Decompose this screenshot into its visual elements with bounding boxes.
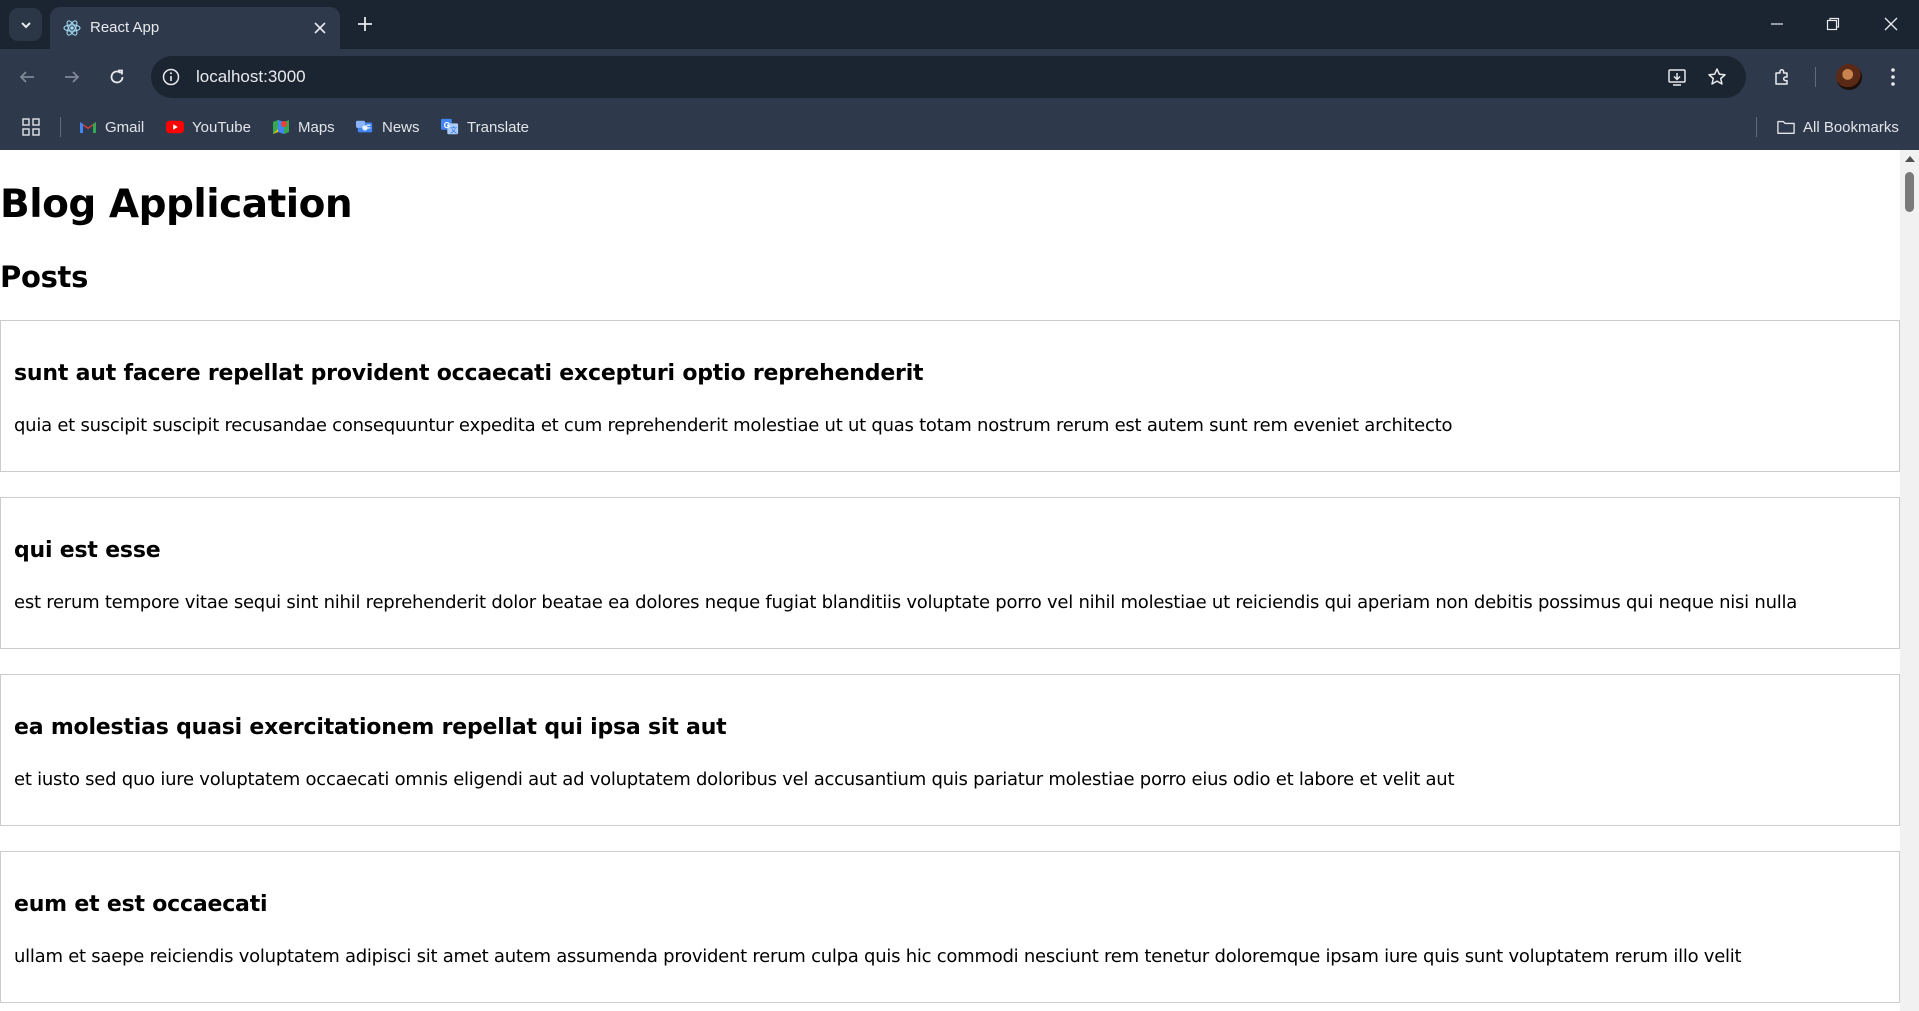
star-icon — [1708, 68, 1726, 85]
post-card: qui est esse est rerum tempore vitae seq… — [0, 497, 1900, 649]
arrow-left-icon — [19, 71, 34, 83]
post-card: eum et est occaecati ullam et saepe reic… — [0, 851, 1900, 1003]
restore-button[interactable] — [1818, 10, 1848, 38]
forward-button[interactable] — [56, 61, 88, 93]
restore-icon — [1826, 17, 1840, 31]
page-scrollbar[interactable] — [1900, 150, 1919, 1011]
site-info-button[interactable] — [161, 67, 181, 87]
browser-chrome: React App localhost:3000 Gmail YouTube M… — [0, 0, 1919, 150]
more-vertical-icon — [1891, 68, 1895, 86]
svg-text:文: 文 — [450, 125, 457, 134]
bookmark-label: YouTube — [192, 118, 251, 136]
bookmark-youtube[interactable]: YouTube — [166, 114, 251, 140]
post-card: sunt aut facere repellat provident occae… — [0, 320, 1900, 472]
window-close-button[interactable] — [1876, 10, 1906, 38]
active-tab[interactable]: React App — [50, 7, 340, 49]
tab-close-button[interactable] — [310, 18, 330, 38]
post-card: ea molestias quasi exercitationem repell… — [0, 674, 1900, 826]
news-icon — [356, 118, 374, 136]
bookmark-news[interactable]: News — [356, 114, 420, 140]
all-bookmarks-label: All Bookmarks — [1803, 118, 1899, 136]
post-body: est rerum tempore vitae sequi sint nihil… — [14, 592, 1798, 613]
posts-list: sunt aut facere repellat provident occae… — [0, 320, 1900, 1011]
bookmark-label: Gmail — [105, 118, 145, 136]
apps-button[interactable] — [22, 114, 40, 140]
post-title: qui est esse — [14, 538, 161, 563]
reload-button[interactable] — [101, 61, 133, 93]
bookmark-maps[interactable]: Maps — [272, 114, 335, 140]
scroll-thumb[interactable] — [1905, 172, 1914, 212]
profile-avatar[interactable] — [1836, 64, 1862, 90]
bookmark-label: News — [382, 118, 420, 136]
info-icon — [162, 68, 180, 86]
bookmark-label: Maps — [298, 118, 335, 136]
maps-icon — [272, 118, 290, 136]
gmail-icon — [79, 118, 97, 136]
bookmark-star-button[interactable] — [1706, 66, 1728, 88]
arrow-right-icon — [65, 71, 80, 83]
bookmark-label: Translate — [467, 118, 529, 136]
close-icon — [1884, 17, 1898, 31]
bookmark-translate[interactable]: G 文 Translate — [441, 114, 529, 140]
browser-menu-button[interactable] — [1877, 61, 1909, 93]
browser-toolbar: localhost:3000 — [0, 49, 1919, 105]
extensions-button[interactable] — [1766, 61, 1798, 93]
scroll-up-arrow[interactable] — [1905, 156, 1915, 162]
toolbar-divider — [1815, 67, 1816, 87]
minimize-button[interactable] — [1762, 10, 1792, 38]
puzzle-icon — [1775, 68, 1788, 85]
address-bar[interactable]: localhost:3000 — [151, 56, 1746, 98]
chevron-down-icon — [20, 21, 31, 28]
tab-search-button[interactable] — [9, 8, 42, 41]
bookmarks-divider — [1756, 117, 1757, 137]
minimize-icon — [1771, 23, 1783, 25]
post-title: eum et est occaecati — [14, 892, 268, 917]
folder-icon — [1777, 118, 1795, 136]
reload-icon — [110, 69, 124, 84]
plus-icon — [358, 17, 372, 31]
post-body: et iusto sed quo iure voluptatem occaeca… — [14, 769, 1455, 790]
post-title: sunt aut facere repellat provident occae… — [14, 361, 924, 386]
bookmark-gmail[interactable]: Gmail — [79, 114, 144, 140]
new-tab-button[interactable] — [352, 11, 378, 37]
youtube-icon — [166, 118, 184, 136]
bookmarks-divider — [60, 117, 61, 137]
post-body: quia et suscipit suscipit recusandae con… — [14, 415, 1453, 436]
page-title: Blog Application — [0, 182, 353, 227]
svg-text:G: G — [444, 121, 450, 130]
translate-icon: G 文 — [441, 118, 459, 136]
url-text: localhost:3000 — [196, 67, 306, 86]
back-button[interactable] — [11, 61, 43, 93]
section-title: Posts — [0, 260, 89, 294]
react-icon — [63, 20, 81, 36]
all-bookmarks-button[interactable]: All Bookmarks — [1777, 114, 1899, 140]
tab-strip: React App — [0, 0, 1919, 49]
tab-title: React App — [90, 19, 160, 36]
bookmarks-bar: Gmail YouTube Maps News G 文 Translate Al… — [0, 105, 1919, 150]
install-icon — [1668, 69, 1686, 86]
apps-grid-icon — [22, 118, 40, 136]
post-body: ullam et saepe reiciendis voluptatem adi… — [14, 946, 1742, 967]
close-icon — [314, 22, 326, 34]
post-title: ea molestias quasi exercitationem repell… — [14, 715, 727, 740]
install-app-button[interactable] — [1666, 66, 1688, 88]
page-viewport: Blog Application Posts sunt aut facere r… — [0, 150, 1919, 1011]
